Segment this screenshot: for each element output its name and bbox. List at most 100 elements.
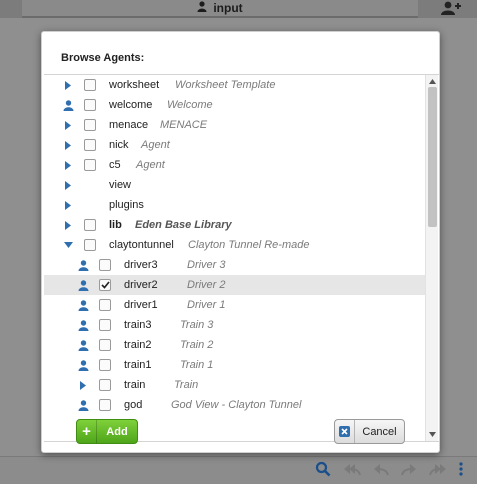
dialog-title: Browse Agents: <box>61 52 145 64</box>
agent-row-driver3[interactable]: driver3 Driver 3 <box>44 255 425 275</box>
agent-row-plugins[interactable]: plugins <box>44 195 425 215</box>
close-icon <box>335 420 355 443</box>
browse-agents-dialog: Browse Agents: worksheet Worksheet Templa… <box>41 31 440 453</box>
agent-description: Train 3 <box>180 319 214 331</box>
undo-icon[interactable] <box>373 462 389 476</box>
agent-description: Agent <box>136 159 165 171</box>
agent-checkbox[interactable] <box>99 319 111 331</box>
agent-checkbox[interactable] <box>99 279 111 291</box>
agent-name: worksheet <box>109 79 160 91</box>
agent-description: MENACE <box>160 119 208 131</box>
expand-icon[interactable] <box>61 135 75 155</box>
agent-description: Train <box>174 379 199 391</box>
add-button[interactable]: + Add <box>76 419 138 444</box>
add-user-icon <box>440 1 462 18</box>
scroll-thumb[interactable] <box>428 87 437 227</box>
agent-description: Driver 3 <box>187 259 226 271</box>
expand-icon[interactable] <box>61 75 75 95</box>
add-user-button[interactable] <box>424 0 477 18</box>
agent-checkbox[interactable] <box>99 259 111 271</box>
agent-name: claytontunnel <box>109 239 174 251</box>
more-options-icon[interactable] <box>459 462 463 476</box>
agent-description: Eden Base Library <box>135 219 232 231</box>
tab-input-label: input <box>213 1 243 15</box>
agent-row-train3[interactable]: train3 Train 3 <box>44 315 425 335</box>
agent-row-driver2[interactable]: driver2 Driver 2 <box>44 275 425 295</box>
agent-row-god[interactable]: god God View - Clayton Tunnel <box>44 395 425 415</box>
expand-icon[interactable] <box>76 375 90 395</box>
agent-name: menace <box>109 119 149 131</box>
agent-name: driver2 <box>124 279 158 291</box>
user-icon <box>76 355 90 375</box>
agent-checkbox[interactable] <box>84 119 96 131</box>
agent-row-claytontunnel[interactable]: claytontunnel Clayton Tunnel Re-made <box>44 235 425 255</box>
agent-description: Train 1 <box>180 359 214 371</box>
agent-checkbox[interactable] <box>84 219 96 231</box>
agent-name: train1 <box>124 359 152 371</box>
agent-name: train2 <box>124 339 152 351</box>
agent-name: nick <box>109 139 129 151</box>
agent-name: c5 <box>109 159 121 171</box>
agent-name: plugins <box>109 199 144 211</box>
agent-description: Driver 2 <box>187 279 226 291</box>
expand-icon[interactable] <box>61 215 75 235</box>
redo-all-icon[interactable] <box>429 462 447 476</box>
agent-description: Welcome <box>167 99 213 111</box>
agent-row-welcome[interactable]: welcome Welcome <box>44 95 425 115</box>
agent-name: view <box>109 179 132 191</box>
agent-checkbox[interactable] <box>84 159 96 171</box>
agent-row-worksheet[interactable]: worksheet Worksheet Template <box>44 75 425 95</box>
agent-row-view[interactable]: view <box>44 175 425 195</box>
agent-checkbox[interactable] <box>99 379 111 391</box>
agent-row-driver1[interactable]: driver1 Driver 1 <box>44 295 425 315</box>
expand-icon[interactable] <box>61 175 75 195</box>
agent-row-c5[interactable]: c5 Agent <box>44 155 425 175</box>
cancel-button-label: Cancel <box>362 425 397 438</box>
agent-checkbox[interactable] <box>84 139 96 151</box>
agent-name: driver1 <box>124 299 158 311</box>
agent-row-train[interactable]: train Train <box>44 375 425 395</box>
agent-checkbox[interactable] <box>84 239 96 251</box>
plus-icon: + <box>77 420 97 443</box>
agent-checkbox[interactable] <box>99 299 111 311</box>
scroll-down-icon[interactable] <box>428 430 437 439</box>
expand-icon[interactable] <box>61 155 75 175</box>
expand-icon[interactable] <box>61 195 75 215</box>
user-icon <box>76 315 90 335</box>
agent-checkbox[interactable] <box>84 79 96 91</box>
agent-row-train1[interactable]: train1 Train 1 <box>44 355 425 375</box>
agent-list[interactable]: worksheet Worksheet Template welcome Welcom… <box>44 74 439 442</box>
agent-checkbox[interactable] <box>99 399 111 411</box>
agent-checkbox[interactable] <box>99 339 111 351</box>
agent-description: Worksheet Template <box>175 79 276 91</box>
agent-name: train <box>124 379 146 391</box>
user-icon <box>197 1 207 15</box>
agent-row-nick[interactable]: nick Agent <box>44 135 425 155</box>
expand-icon[interactable] <box>61 115 75 135</box>
scroll-up-icon[interactable] <box>428 77 437 86</box>
agent-description: Train 2 <box>180 339 214 351</box>
agent-name: lib <box>109 219 122 231</box>
undo-all-icon[interactable] <box>343 462 361 476</box>
agent-checkbox[interactable] <box>84 99 96 111</box>
agent-list-rows: worksheet Worksheet Template welcome Welcom… <box>44 75 425 415</box>
agent-description: Agent <box>141 139 170 151</box>
agent-checkbox[interactable] <box>99 359 111 371</box>
add-button-label: Add <box>106 425 128 438</box>
cancel-button[interactable]: Cancel <box>334 419 405 444</box>
redo-icon[interactable] <box>401 462 417 476</box>
user-icon <box>61 95 75 115</box>
tab-input[interactable]: input <box>22 0 418 18</box>
agent-name: welcome <box>109 99 153 111</box>
agent-description: God View - Clayton Tunnel <box>171 399 302 411</box>
agent-description: Clayton Tunnel Re-made <box>188 239 310 251</box>
agent-row-lib[interactable]: lib Eden Base Library <box>44 215 425 235</box>
search-icon[interactable] <box>315 461 331 477</box>
collapse-icon[interactable] <box>61 235 75 255</box>
agent-row-menace[interactable]: menace MENACE <box>44 115 425 135</box>
agent-description: Driver 1 <box>187 299 226 311</box>
scrollbar[interactable] <box>425 75 438 441</box>
user-icon <box>76 395 90 415</box>
agent-name: god <box>124 399 143 411</box>
agent-row-train2[interactable]: train2 Train 2 <box>44 335 425 355</box>
